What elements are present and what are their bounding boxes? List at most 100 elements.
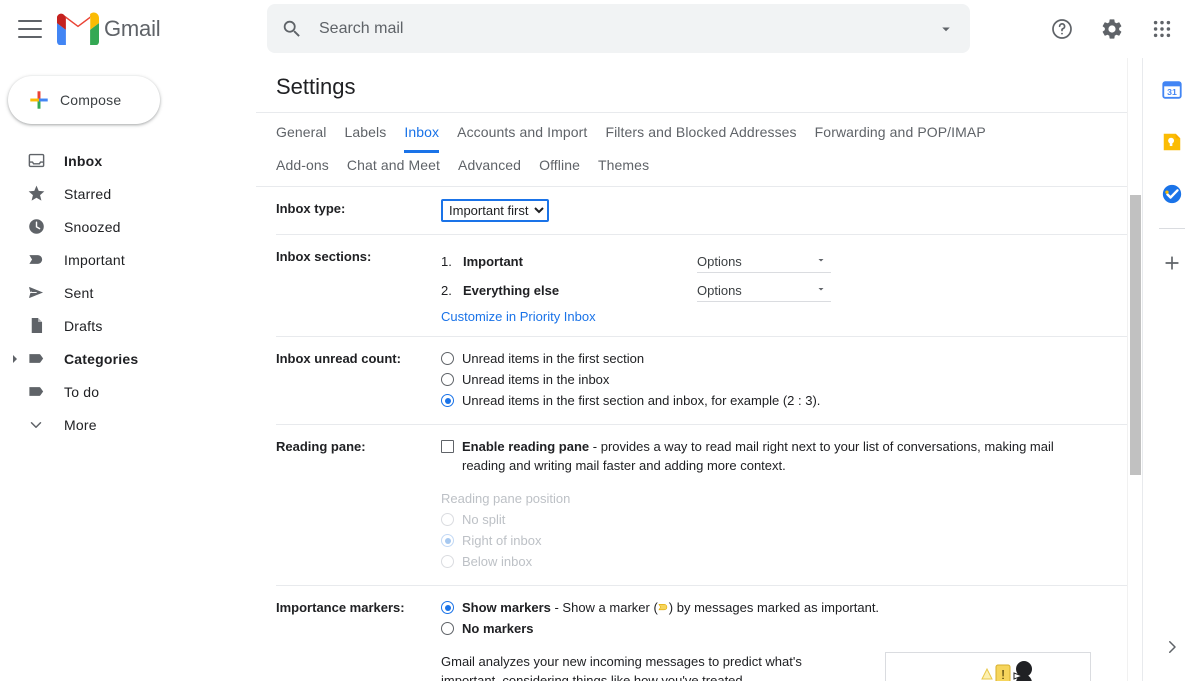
reading-pane-position-option-label: Below inbox — [462, 552, 532, 571]
gmail-brand[interactable]: Gmail — [56, 12, 160, 46]
hamburger-line — [18, 36, 42, 38]
clock-icon — [26, 217, 46, 237]
sidebar-item-starred[interactable]: Starred — [0, 177, 240, 210]
enable-reading-pane-text: Enable reading pane - provides a way to … — [462, 437, 1062, 475]
reading-pane-position-option-label: Right of inbox — [462, 531, 542, 550]
radio-right-of-inbox — [441, 534, 454, 547]
tab-filters-and-blocked-addresses[interactable]: Filters and Blocked Addresses — [605, 113, 796, 153]
unread-count-option[interactable]: Unread items in the inbox — [441, 370, 1142, 389]
google-tasks-icon[interactable] — [1152, 174, 1192, 214]
customize-priority-inbox-link[interactable]: Customize in Priority Inbox — [441, 309, 596, 324]
settings-tab-row-1: General Labels Inbox Accounts and Import… — [276, 113, 1142, 153]
sidebar-item-more[interactable]: More — [0, 408, 240, 441]
settings-pane: Settings General Labels Inbox Accounts a… — [256, 58, 1142, 681]
page-title: Settings — [256, 58, 1142, 112]
tab-accounts-and-import[interactable]: Accounts and Import — [457, 113, 587, 153]
google-keep-icon[interactable] — [1152, 122, 1192, 162]
support-icon[interactable] — [1040, 7, 1084, 51]
show-markers-desc-before: - Show a marker ( — [551, 600, 658, 615]
svg-text:!: ! — [1001, 667, 1005, 681]
setting-row-inbox-type: Inbox type: Important first — [276, 187, 1142, 235]
unread-count-option-label: Unread items in the first section and in… — [462, 391, 820, 410]
draft-file-icon — [26, 316, 46, 336]
search-input[interactable] — [319, 20, 924, 38]
settings-content: Inbox type: Important first Inbox sectio… — [256, 187, 1142, 681]
inbox-unread-count-label: Inbox unread count: — [276, 349, 441, 366]
settings-gear-icon[interactable] — [1090, 7, 1134, 51]
radio-unread-first-section[interactable] — [441, 352, 454, 365]
section-index: 1. — [441, 254, 463, 269]
sidebar-item-snoozed[interactable]: Snoozed — [0, 210, 240, 243]
reading-pane-position-option-label: No split — [462, 510, 505, 529]
inbox-type-label: Inbox type: — [276, 199, 441, 216]
section-options-dropdown[interactable]: Options — [697, 280, 831, 302]
star-icon — [26, 184, 46, 204]
search-bar[interactable] — [267, 4, 970, 53]
reading-pane-position-label: Reading pane position — [441, 489, 570, 508]
sidebar-item-inbox[interactable]: Inbox — [0, 144, 240, 177]
settings-scrollbar[interactable] — [1127, 58, 1142, 681]
tab-add-ons[interactable]: Add-ons — [276, 153, 329, 186]
radio-unread-inbox[interactable] — [441, 373, 454, 386]
top-app-bar: Gmail — [0, 0, 1200, 58]
radio-below-inbox — [441, 555, 454, 568]
search-options-chevron-down-icon[interactable] — [924, 7, 968, 51]
tab-general[interactable]: General — [276, 113, 327, 153]
chevron-down-icon — [815, 254, 827, 269]
no-markers-bold: No markers — [462, 621, 534, 636]
settings-tab-row-2: Add-ons Chat and Meet Advanced Offline T… — [276, 153, 1142, 186]
importance-prediction-text: Gmail analyzes your new incoming message… — [441, 652, 841, 681]
compose-button[interactable]: Compose — [8, 76, 160, 124]
google-apps-grid-icon[interactable] — [1140, 7, 1184, 51]
tab-forwarding-and-pop-imap[interactable]: Forwarding and POP/IMAP — [815, 113, 986, 153]
section-options-dropdown[interactable]: Options — [697, 251, 831, 273]
tab-inbox[interactable]: Inbox — [404, 113, 439, 153]
unread-count-option-label: Unread items in the first section — [462, 349, 644, 368]
sidebar-item-label: Sent — [64, 285, 94, 301]
radio-unread-first-section-and-inbox[interactable] — [441, 394, 454, 407]
inbox-sections-list: 1. Important Options 2. Everything else — [441, 247, 831, 324]
reading-pane-content: Enable reading pane - provides a way to … — [441, 437, 1142, 573]
sidebar-item-categories[interactable]: Categories — [0, 342, 240, 375]
tab-labels[interactable]: Labels — [345, 113, 387, 153]
setting-row-importance-markers: Importance markers: Show markers - Show … — [276, 586, 1142, 681]
checkbox-enable-reading-pane[interactable] — [441, 440, 454, 453]
sidebar-item-label: Starred — [64, 186, 111, 202]
sidebar-item-label: Snoozed — [64, 219, 121, 235]
sidebar-item-important[interactable]: Important — [0, 243, 240, 276]
expand-categories-chevron-right-icon[interactable] — [8, 354, 22, 364]
sidebar-item-label: Important — [64, 252, 125, 268]
setting-row-reading-pane: Reading pane: Enable reading pane - prov… — [276, 425, 1142, 586]
unread-count-option[interactable]: Unread items in the first section — [441, 349, 1142, 368]
show-markers-option[interactable]: Show markers - Show a marker ( ) by mess… — [441, 598, 1142, 617]
section-index: 2. — [441, 283, 463, 298]
chevron-right-icon[interactable] — [1152, 627, 1192, 667]
label-tag-icon — [26, 349, 46, 369]
no-markers-option[interactable]: No markers — [441, 619, 1142, 638]
hamburger-menu-icon[interactable] — [18, 20, 42, 38]
inbox-type-select[interactable]: Important first — [441, 199, 549, 222]
enable-reading-pane-option[interactable]: Enable reading pane - provides a way to … — [441, 437, 1142, 475]
tab-advanced[interactable]: Advanced — [458, 153, 521, 186]
importance-markers-content: Show markers - Show a marker ( ) by mess… — [441, 598, 1142, 681]
sidebar-item-drafts[interactable]: Drafts — [0, 309, 240, 342]
radio-no-markers[interactable] — [441, 622, 454, 635]
plus-icon[interactable] — [1152, 243, 1192, 283]
sidebar-item-to-do[interactable]: To do — [0, 375, 240, 408]
importance-prediction-blurb: Gmail analyzes your new incoming message… — [441, 652, 1142, 681]
reading-pane-position-group: Reading pane position No split Right of … — [441, 489, 1142, 571]
tab-offline[interactable]: Offline — [539, 153, 580, 186]
tab-themes[interactable]: Themes — [598, 153, 649, 186]
sidebar-item-sent[interactable]: Sent — [0, 276, 240, 309]
settings-scrollbar-thumb[interactable] — [1130, 195, 1141, 475]
inbox-icon — [26, 151, 46, 171]
settings-tabs: General Labels Inbox Accounts and Import… — [256, 112, 1142, 187]
inbox-sections-label: Inbox sections: — [276, 247, 441, 264]
google-calendar-icon[interactable]: 31 — [1152, 70, 1192, 110]
radio-show-markers[interactable] — [441, 601, 454, 614]
unread-count-option[interactable]: Unread items in the first section and in… — [441, 391, 1142, 410]
tab-chat-and-meet[interactable]: Chat and Meet — [347, 153, 440, 186]
google-side-panel: 31 — [1142, 58, 1200, 681]
reading-pane-position-option: Below inbox — [441, 552, 1142, 571]
importance-marker-icon — [658, 600, 669, 612]
